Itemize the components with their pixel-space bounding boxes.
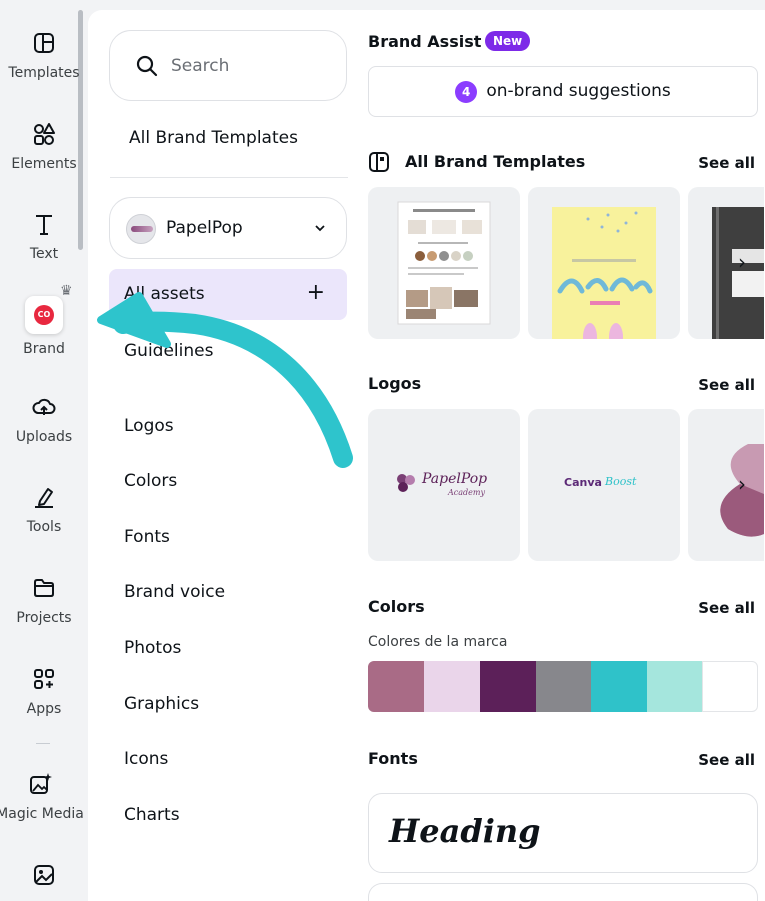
color-swatch[interactable] — [647, 661, 702, 712]
nav-guidelines[interactable]: Guidelines — [124, 341, 213, 361]
rail-separator — [36, 743, 50, 744]
fonts-see-all-link[interactable]: See all — [698, 751, 755, 769]
suggestions-label: on-brand suggestions — [486, 81, 671, 101]
color-swatch[interactable] — [702, 661, 758, 712]
upload-cloud-icon — [32, 398, 56, 415]
color-swatch[interactable] — [368, 661, 424, 712]
brand-kit-avatar — [126, 214, 156, 244]
brand-kit-name: PapelPop — [166, 218, 243, 238]
palette-name: Colores de la marca — [368, 634, 508, 650]
color-swatch[interactable] — [480, 661, 536, 712]
chevron-right-icon[interactable]: › — [731, 473, 753, 495]
canva-boost-logo-accent: Boost — [605, 475, 637, 488]
colors-see-all-link[interactable]: See all — [698, 599, 755, 617]
apps-grid-icon — [34, 669, 54, 689]
rail-label: Text — [29, 246, 59, 262]
nav-graphics[interactable]: Graphics — [124, 694, 199, 714]
nav-colors[interactable]: Colors — [124, 471, 177, 491]
nav-all-assets[interactable]: All assets + — [109, 269, 347, 320]
nav-logos[interactable]: Logos — [124, 416, 174, 436]
nav-fonts[interactable]: Fonts — [124, 527, 170, 547]
brand-templates-icon — [369, 152, 389, 172]
chevron-right-icon[interactable]: › — [731, 251, 753, 273]
logo-thumbnail[interactable]: PapelPop Academy — [368, 409, 520, 561]
rail-item-tools[interactable]: Tools — [0, 484, 88, 554]
text-icon — [36, 215, 52, 235]
new-badge: New — [485, 31, 531, 51]
rail-item-text[interactable]: Text — [0, 211, 88, 281]
heading-font-sample: Heading — [389, 812, 541, 850]
pen-tool-icon — [35, 488, 53, 508]
search-icon — [136, 55, 158, 77]
image-icon — [34, 865, 54, 885]
papelpop-logo-subtext: Academy — [448, 488, 485, 497]
templates-see-all-link[interactable]: See all — [698, 154, 755, 172]
fonts-title: Fonts — [368, 749, 418, 768]
folder-icon — [34, 579, 54, 597]
logos-see-all-link[interactable]: See all — [698, 376, 755, 394]
rail-label: Templates — [8, 65, 80, 81]
magic-media-icon — [30, 773, 52, 794]
panel-divider — [110, 177, 348, 178]
rail-item-magic-media[interactable]: Magic Media — [0, 771, 90, 841]
rail-label: Projects — [16, 610, 72, 626]
nav-icons[interactable]: Icons — [124, 749, 168, 769]
papelpop-logo-mark — [397, 474, 415, 492]
nav-photos[interactable]: Photos — [124, 638, 181, 658]
chevron-down-icon — [315, 225, 325, 232]
template-thumbnail[interactable] — [528, 187, 680, 339]
canva-boost-logo-text: Canva — [564, 476, 602, 489]
colors-title: Colors — [368, 597, 425, 616]
rail-label: Brand — [23, 341, 65, 357]
suggestions-count-badge: 4 — [455, 80, 478, 103]
canva-editor: Templates Elements Text ♛ CO Brand Uploa… — [0, 0, 765, 901]
color-swatch[interactable] — [536, 661, 591, 712]
brand-side-panel: Search All Brand Templates PapelPop All … — [88, 10, 363, 901]
rail-label: Uploads — [15, 429, 73, 445]
papelpop-logo-text: PapelPop — [422, 471, 488, 487]
rail-item-brand[interactable]: CO Brand — [0, 296, 88, 366]
brand-badge: CO — [34, 305, 54, 325]
rail-item-elements[interactable]: Elements — [0, 121, 88, 191]
rail-item-photos[interactable] — [0, 862, 88, 901]
brand-content: Brand Assist New 4 on-brand suggestions … — [363, 10, 765, 901]
rail-item-apps[interactable]: Apps — [0, 666, 88, 736]
rail-item-uploads[interactable]: Uploads — [0, 394, 88, 464]
rail-label: Apps — [26, 701, 62, 717]
nav-label: All assets — [124, 284, 205, 304]
templates-icon — [34, 33, 54, 53]
font-subheading-card[interactable] — [368, 883, 758, 901]
rail-item-templates[interactable]: Templates — [0, 30, 88, 100]
left-rail: Templates Elements Text ♛ CO Brand Uploa… — [0, 0, 88, 901]
rail-item-projects[interactable]: Projects — [0, 575, 88, 645]
rail-label: Elements — [11, 156, 77, 172]
template-preview-image — [397, 201, 491, 325]
search-placeholder: Search — [171, 56, 230, 76]
brand-kit-selector[interactable]: PapelPop — [109, 197, 347, 259]
on-brand-suggestions-button[interactable]: 4 on-brand suggestions — [368, 66, 758, 117]
logos-title: Logos — [368, 374, 422, 393]
nav-charts[interactable]: Charts — [124, 805, 180, 825]
brand-icon: CO — [25, 296, 63, 334]
all-brand-templates-title: All Brand Templates — [405, 152, 586, 171]
logo-thumbnail[interactable]: Canva Boost — [528, 409, 680, 561]
brand-assist-title: Brand Assist — [368, 32, 482, 51]
rail-label: Magic Media — [0, 806, 84, 822]
rail-label: Tools — [26, 519, 62, 535]
color-swatch[interactable] — [591, 661, 647, 712]
template-thumbnail[interactable] — [368, 187, 520, 339]
font-heading-card[interactable]: Heading — [368, 793, 758, 873]
search-input[interactable]: Search — [109, 30, 347, 101]
easter-party-template-image — [552, 207, 656, 339]
nav-brand-voice[interactable]: Brand voice — [124, 582, 225, 602]
color-swatch[interactable] — [424, 661, 480, 712]
all-brand-templates-link[interactable]: All Brand Templates — [129, 128, 298, 148]
elements-icon — [34, 123, 55, 145]
plus-icon[interactable]: + — [307, 280, 325, 305]
